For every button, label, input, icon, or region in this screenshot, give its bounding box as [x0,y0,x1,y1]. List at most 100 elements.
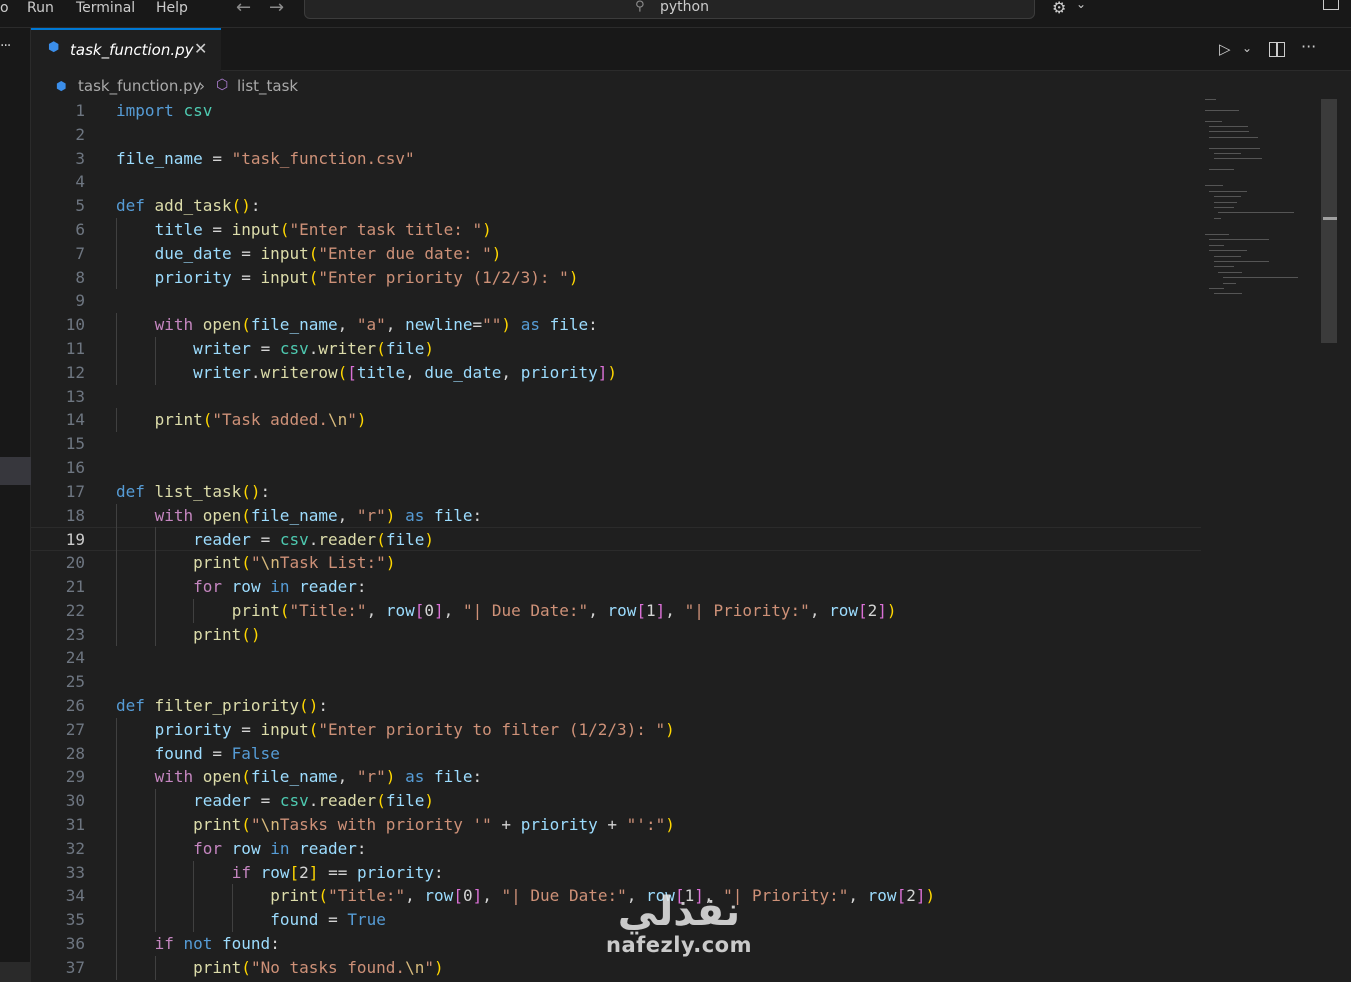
code-line[interactable]: 26 def filter_priority(): [31,694,1201,718]
code-line[interactable]: 23 print() [31,623,1201,647]
code-line[interactable]: 31 print("\nTasks with priority '" + pri… [31,813,1201,837]
code-text[interactable]: priority = input("Enter priority to filt… [116,718,675,742]
code-line[interactable]: 21 for row in reader: [31,575,1201,599]
menu-item-run[interactable]: Run [27,0,54,16]
line-number: 19 [65,530,85,550]
code-text[interactable]: def add_task(): [116,194,261,218]
code-line[interactable]: 22 print("Title:", row[0], "| Due Date:"… [31,599,1201,623]
code-text[interactable]: with open(file_name, "a", newline="") as… [116,313,598,337]
code-line[interactable]: 25 [31,670,1201,694]
chevron-down-icon[interactable]: ⌄ [1076,0,1086,11]
indent-guide [116,955,117,980]
code-text[interactable]: writer = csv.writer(file) [116,337,434,361]
vertical-scrollbar[interactable] [1321,99,1337,343]
code-line[interactable]: 7 due_date = input("Enter due date: ") [31,242,1201,266]
code-text[interactable]: print() [116,623,260,647]
line-number: 29 [65,767,85,787]
code-line[interactable]: 3 file_name = "task_function.csv" [31,147,1201,171]
code-text[interactable]: def filter_priority(): [116,694,328,718]
more-actions-icon[interactable]: ··· [1301,37,1316,56]
code-text[interactable]: writer.writerow([title, due_date, priori… [116,361,617,385]
code-line[interactable]: 4 [31,170,1201,194]
minimap-line [1213,266,1234,268]
code-text[interactable]: if not found: [116,932,280,956]
code-line[interactable]: 5 def add_task(): [31,194,1201,218]
code-text[interactable]: due_date = input("Enter due date: ") [116,242,502,266]
code-text[interactable]: print("\nTasks with priority '" + priori… [116,813,675,837]
line-number: 13 [65,386,85,406]
activity-item[interactable] [0,962,31,982]
code-line[interactable]: 20 print("\nTask List:") [31,551,1201,575]
code-text[interactable]: with open(file_name, "r") as file: [116,504,483,528]
code-line[interactable]: 2 [31,123,1201,147]
close-icon[interactable]: ✕ [194,39,207,58]
code-line[interactable]: 17 def list_task(): [31,480,1201,504]
code-text[interactable]: def list_task(): [116,480,270,504]
code-text[interactable]: title = input("Enter task title: ") [116,218,492,242]
arrow-right-icon[interactable]: → [269,0,284,18]
line-number: 32 [65,838,85,858]
indent-guide [154,575,156,599]
run-icon[interactable]: ▷ [1219,40,1231,58]
breadcrumb-file[interactable]: task_function.py [78,77,202,95]
code-text[interactable]: if row[2] == priority: [116,861,444,885]
code-line[interactable]: 13 [31,385,1201,409]
code-line[interactable]: 29 with open(file_name, "r") as file: [31,765,1201,789]
code-line[interactable]: 8 priority = input("Enter priority (1/2/… [31,266,1201,290]
layout-icon[interactable] [1323,0,1339,10]
code-editor[interactable]: 1 import csv 2 3 file_name = "task_function.… [31,99,1321,980]
code-text[interactable]: import csv [116,99,212,123]
code-line[interactable]: 24 [31,646,1201,670]
code-line[interactable]: 19 reader = csv.reader(file) [31,527,1201,552]
split-editor-icon[interactable] [1269,42,1285,57]
code-text[interactable]: print("No tasks found.\n") [116,956,443,980]
code-line[interactable]: 11 writer = csv.writer(file) [31,337,1201,361]
code-text[interactable]: print("Title:", row[0], "| Due Date:", r… [116,599,897,623]
code-line[interactable]: 10 with open(file_name, "a", newline="")… [31,313,1201,337]
minimap-line [1213,201,1237,203]
code-text[interactable]: print("Task added.\n") [116,408,367,432]
code-line[interactable]: 14 print("Task added.\n") [31,408,1201,432]
code-text[interactable]: print("\nTask List:") [116,551,395,575]
code-text[interactable]: found = True [116,908,386,932]
run-chevron-down-icon[interactable]: ⌄ [1242,41,1252,55]
arrow-left-icon[interactable]: ← [236,0,251,18]
code-text[interactable]: reader = csv.reader(file) [116,528,434,552]
code-line[interactable]: 6 title = input("Enter task title: ") [31,218,1201,242]
copilot-icon[interactable]: ⚙ [1052,0,1066,17]
code-text[interactable]: priority = input("Enter priority (1/2/3)… [116,266,579,290]
code-line[interactable]: 33 if row[2] == priority: [31,861,1201,885]
code-line[interactable]: 12 writer.writerow([title, due_date, pri… [31,361,1201,385]
menu-item-help[interactable]: Help [156,0,188,16]
code-line[interactable]: 28 found = False [31,742,1201,766]
code-line[interactable]: 37 print("No tasks found.\n") [31,956,1201,980]
code-line[interactable]: 16 [31,456,1201,480]
indent-guide [116,932,117,956]
code-line[interactable]: 18 with open(file_name, "r") as file: [31,504,1201,528]
code-line[interactable]: 32 for row in reader: [31,837,1201,861]
more-icon[interactable]: ··· [0,38,11,54]
menu-item-terminal[interactable]: Terminal [76,0,135,16]
minimap-line [1209,244,1224,246]
indent-guide [116,527,117,552]
minimap[interactable] [1205,99,1305,319]
code-text[interactable]: found = False [116,742,280,766]
tab-task-function[interactable]: ⬢ task_function.py ✕ [31,28,221,71]
menu-item-partial[interactable]: o [0,0,9,16]
code-line[interactable]: 1 import csv [31,99,1201,123]
code-line[interactable]: 27 priority = input("Enter priority to f… [31,718,1201,742]
activity-selection[interactable] [0,457,31,485]
code-text[interactable]: file_name = "task_function.csv" [116,147,415,171]
code-line[interactable]: 9 [31,289,1201,313]
code-text[interactable]: with open(file_name, "r") as file: [116,765,483,789]
line-number: 21 [65,577,85,596]
code-line[interactable]: 15 [31,432,1201,456]
line-number: 14 [65,410,85,430]
code-line[interactable]: 30 reader = csv.reader(file) [31,789,1201,813]
command-center-search[interactable]: ⚲ python [304,0,1035,19]
breadcrumb-symbol[interactable]: list_task [237,77,298,95]
minimap-line [1209,169,1234,171]
code-text[interactable]: print("Title:", row[0], "| Due Date:", r… [116,884,935,908]
minimap-line [1218,212,1295,214]
code-text[interactable]: reader = csv.reader(file) [116,789,434,813]
